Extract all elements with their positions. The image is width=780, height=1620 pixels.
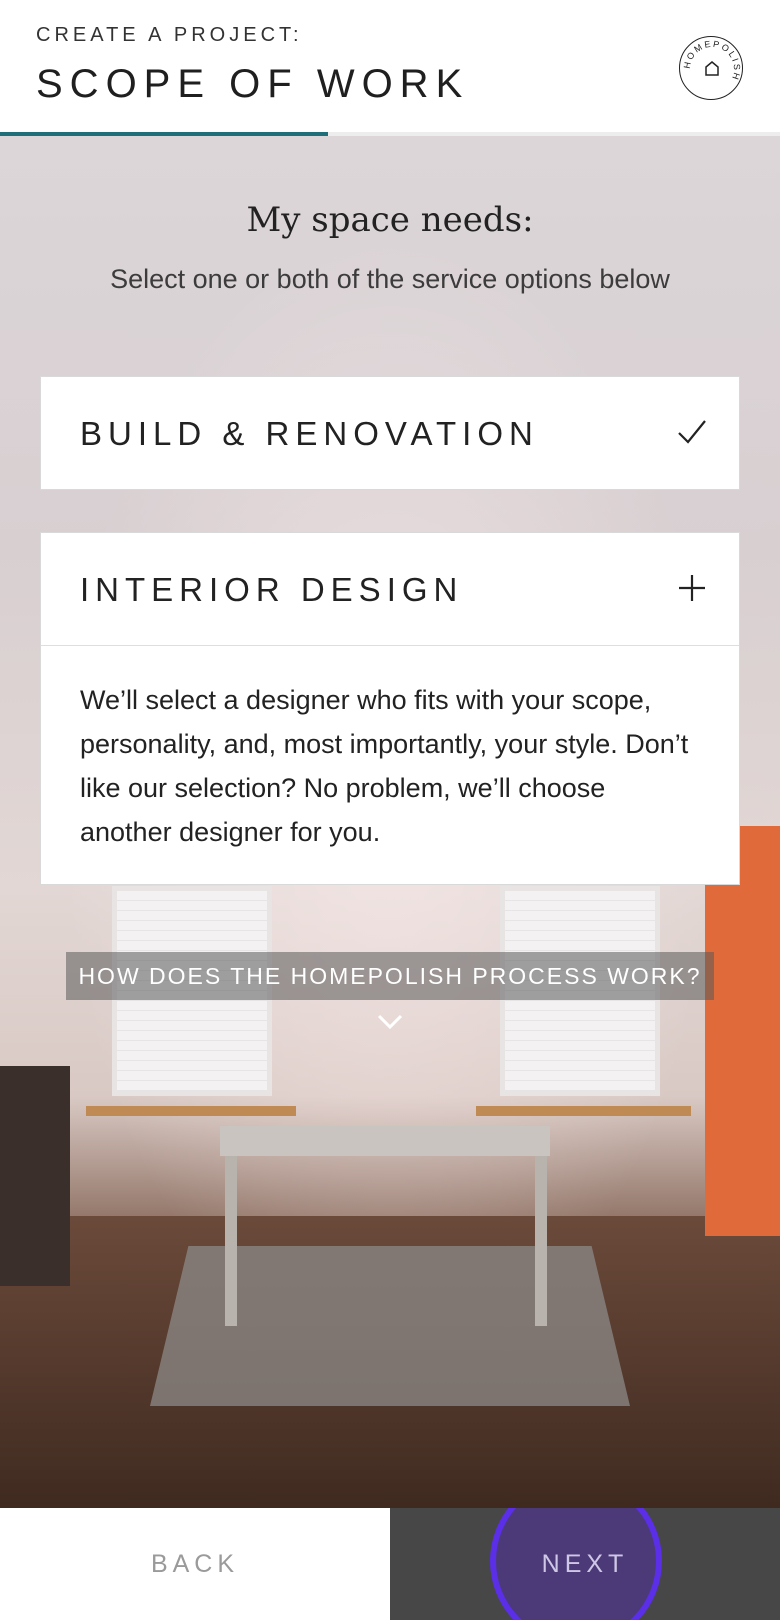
option-build-renovation[interactable]: BUILD & RENOVATION bbox=[40, 376, 740, 490]
next-button-label: NEXT bbox=[541, 1550, 629, 1578]
plus-icon[interactable] bbox=[675, 571, 709, 605]
table-leg bbox=[225, 1156, 237, 1326]
chevron-down-icon[interactable] bbox=[376, 1012, 404, 1032]
process-info-link[interactable]: HOW DOES THE HOMEPOLISH PROCESS WORK? bbox=[66, 952, 714, 1000]
option-label: BUILD & RENOVATION bbox=[80, 415, 539, 452]
area-rug bbox=[150, 1246, 630, 1406]
option-header[interactable]: BUILD & RENOVATION bbox=[41, 377, 739, 489]
footer-nav: BACK NEXT bbox=[0, 1508, 780, 1620]
logo-text: HOMEPOLISH bbox=[682, 39, 740, 83]
orange-cabinet bbox=[705, 826, 780, 1236]
page-title: SCOPE OF WORK bbox=[36, 62, 470, 106]
header: CREATE A PROJECT: SCOPE OF WORK HOMEPOLI… bbox=[0, 0, 780, 136]
section-subheading: Select one or both of the service option… bbox=[110, 264, 670, 294]
table-leg bbox=[535, 1156, 547, 1326]
next-button[interactable]: NEXT bbox=[390, 1508, 780, 1620]
section-heading: My space needs: bbox=[246, 200, 534, 240]
back-button[interactable]: BACK bbox=[0, 1508, 390, 1620]
option-label: INTERIOR DESIGN bbox=[80, 571, 464, 608]
option-header[interactable]: INTERIOR DESIGN bbox=[41, 533, 739, 645]
left-window-sill bbox=[86, 1106, 296, 1116]
option-description: We’ll select a designer who fits with yo… bbox=[41, 645, 739, 884]
dining-table bbox=[220, 1126, 550, 1156]
option-interior-design[interactable]: INTERIOR DESIGN We’ll select a designer … bbox=[40, 532, 740, 885]
svg-text:HOMEPOLISH: HOMEPOLISH bbox=[682, 39, 742, 83]
homepolish-logo[interactable]: HOMEPOLISH bbox=[679, 36, 743, 100]
right-window-sill bbox=[476, 1106, 691, 1116]
checkmark-icon bbox=[678, 420, 706, 444]
dresser bbox=[0, 1066, 70, 1286]
eyebrow-text: CREATE A PROJECT: bbox=[36, 24, 303, 46]
